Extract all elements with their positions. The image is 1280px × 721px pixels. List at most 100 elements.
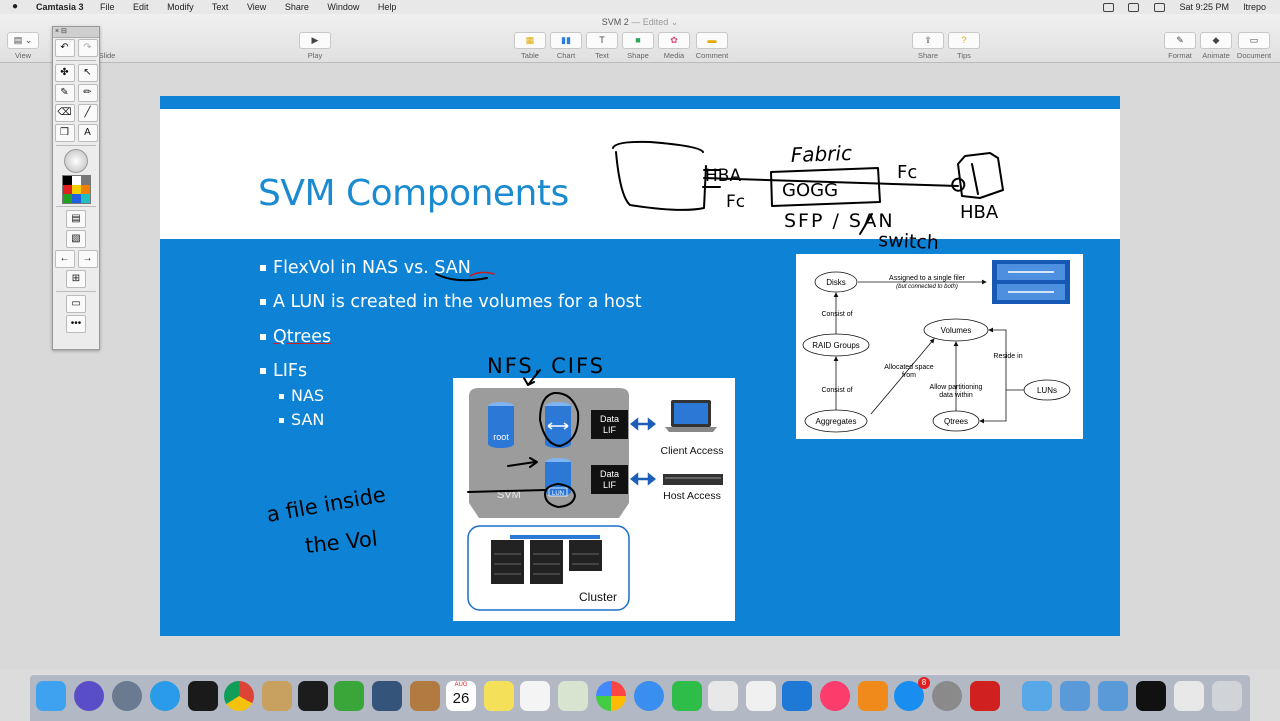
finder-icon[interactable] [36, 681, 66, 711]
system-preferences-icon[interactable] [932, 681, 962, 711]
raid-groups-label: RAID Groups [812, 341, 860, 350]
slide-title[interactable]: SVM Components [258, 173, 569, 214]
comment-icon: ▬ [696, 32, 728, 49]
menu-share[interactable]: Share [285, 2, 309, 12]
acrobat-icon[interactable] [970, 681, 1000, 711]
menu-edit[interactable]: Edit [133, 2, 149, 12]
activity-monitor-icon[interactable] [298, 681, 328, 711]
comment-button[interactable]: ▬ Comment [689, 32, 735, 60]
user-menu[interactable]: ltrepo [1243, 2, 1266, 12]
tips-button[interactable]: ? Tips [941, 32, 987, 60]
color-palette[interactable] [53, 174, 99, 204]
text-tool-icon[interactable]: A [77, 124, 98, 142]
color-swatch[interactable] [71, 193, 81, 203]
minimized-window-icon[interactable] [1136, 681, 1166, 711]
pen-tool-icon[interactable]: ✎ [54, 84, 75, 102]
drawing-tools-palette[interactable]: × ⊟ ↶ ↷ ✤ ↖ ✎ ✏ ⌫ ╱ ❒ A ▤ ▧ ← → ⊞ ▭ ••• [52, 26, 100, 350]
keynote-file-icon[interactable] [708, 681, 738, 711]
minimized-window-icon[interactable] [1174, 681, 1204, 711]
cluster-label: Cluster [579, 590, 617, 604]
pointer-tool-icon[interactable]: ↖ [77, 64, 98, 82]
facetime-icon[interactable] [672, 681, 702, 711]
allocated-label: Allocated space [884, 364, 934, 371]
reside-in-label: Reside in [993, 353, 1022, 360]
background-icon[interactable]: ▧ [66, 230, 86, 248]
play-button[interactable]: ▶ Play [292, 32, 338, 60]
palette-titlebar[interactable]: × ⊟ [53, 27, 99, 38]
menu-view[interactable]: View [247, 2, 266, 12]
brush-size-icon[interactable] [64, 149, 88, 173]
spray-tool-icon[interactable]: ✤ [54, 64, 75, 82]
siri-icon[interactable] [74, 681, 104, 711]
color-swatch[interactable] [80, 193, 90, 203]
double-arrow-icon [629, 417, 657, 431]
numbers-icon[interactable] [746, 681, 776, 711]
color-swatch[interactable] [71, 184, 81, 194]
more-options-icon[interactable]: ••• [66, 315, 86, 333]
network-icon[interactable] [1060, 681, 1090, 711]
arrow-right-icon[interactable]: → [77, 250, 98, 268]
menu-file[interactable]: File [100, 2, 115, 12]
app-name-menu[interactable]: Camtasia 3 [36, 2, 84, 12]
play-label: Play [307, 51, 323, 60]
photos-icon[interactable] [596, 681, 626, 711]
camtasia-icon[interactable] [334, 681, 364, 711]
screen-icon[interactable]: ▭ [66, 295, 86, 313]
undo-icon[interactable]: ↶ [54, 39, 75, 57]
view-button[interactable]: ▤ ⌄ View [0, 32, 46, 60]
launchpad-icon[interactable] [112, 681, 142, 711]
wifi-icon[interactable] [1128, 3, 1140, 13]
menu-modify[interactable]: Modify [167, 2, 194, 12]
itunes-icon[interactable] [820, 681, 850, 711]
menu-extra-icon[interactable] [1102, 3, 1114, 13]
preview-icon[interactable] [262, 681, 292, 711]
maps-icon[interactable] [558, 681, 588, 711]
text-label: Text [595, 51, 609, 60]
grid-icon[interactable]: ⊞ [66, 270, 86, 288]
battery-icon[interactable] [1153, 3, 1165, 13]
eraser-tool-icon[interactable]: ⌫ [54, 104, 75, 122]
chrome-icon[interactable] [224, 681, 254, 711]
reminders-icon[interactable] [520, 681, 550, 711]
clock[interactable]: Sat 9:25 PM [1179, 2, 1229, 12]
safari-icon[interactable] [150, 681, 180, 711]
color-swatches[interactable] [61, 174, 91, 204]
bullet-item: LIFs [260, 361, 307, 381]
menu-window[interactable]: Window [327, 2, 359, 12]
color-swatch[interactable] [62, 184, 72, 194]
new-page-icon[interactable]: ▤ [66, 210, 86, 228]
data-lif-label: Data [600, 414, 619, 424]
bullet-text: LIFs [273, 361, 308, 381]
downloads-folder-icon[interactable] [1022, 681, 1052, 711]
trash-icon[interactable] [1212, 681, 1242, 711]
terminal-icon[interactable] [188, 681, 218, 711]
menu-help[interactable]: Help [378, 2, 397, 12]
redo-icon[interactable]: ↷ [77, 39, 98, 57]
color-swatch[interactable] [80, 175, 90, 185]
color-swatch[interactable] [71, 175, 81, 185]
keynote-icon[interactable] [782, 681, 812, 711]
marker-tool-icon[interactable]: ✏ [77, 84, 98, 102]
bullet-marker [279, 394, 284, 399]
notes-icon[interactable] [484, 681, 514, 711]
menu-text[interactable]: Text [212, 2, 229, 12]
ibooks-icon[interactable] [858, 681, 888, 711]
color-swatch[interactable] [80, 184, 90, 194]
lun-label: LUN [552, 491, 564, 497]
network-icon[interactable] [1098, 681, 1128, 711]
line-tool-icon[interactable]: ╱ [77, 104, 98, 122]
messages-icon[interactable] [634, 681, 664, 711]
storage-hierarchy-diagram[interactable]: Disks Assigned to a single filer (but co… [796, 254, 1083, 439]
arrow-left-icon[interactable]: ← [54, 250, 75, 268]
color-swatch[interactable] [62, 193, 72, 203]
screen-sharing-icon[interactable] [372, 681, 402, 711]
contacts-icon[interactable] [410, 681, 440, 711]
slide[interactable]: SVM Components FlexVol in NAS vs. SAN A … [160, 96, 1120, 636]
document-button[interactable]: ▭ Document [1231, 32, 1277, 60]
bullet-marker [260, 368, 266, 374]
svm-figure[interactable]: root LUN SVM Data LIF Data LIF Client Ac… [453, 378, 735, 621]
calendar-icon[interactable]: AUG 26 [446, 681, 476, 711]
shape-tool-icon[interactable]: ❒ [54, 124, 75, 142]
apple-menu-icon[interactable]: ● [12, 1, 18, 12]
color-swatch[interactable] [62, 175, 72, 185]
